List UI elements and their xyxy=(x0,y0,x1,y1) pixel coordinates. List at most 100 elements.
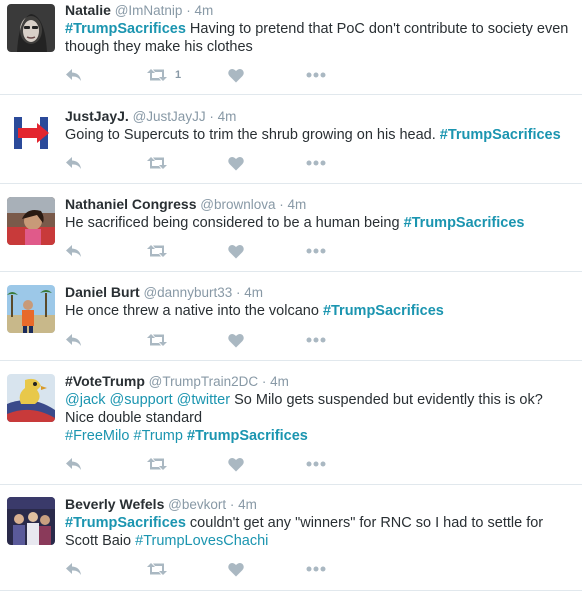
timestamp[interactable]: 4m xyxy=(244,285,263,300)
more-icon xyxy=(306,72,326,78)
retweet-button[interactable] xyxy=(147,154,167,172)
more-button[interactable] xyxy=(306,331,326,349)
user-handle[interactable]: @brownlova xyxy=(200,197,275,212)
hashtag-link[interactable]: #TrumpSacrifices xyxy=(65,515,186,531)
heart-icon xyxy=(228,156,244,170)
reply-button[interactable] xyxy=(65,331,83,349)
hashtag-link[interactable]: #TrumpSacrifices xyxy=(404,215,525,231)
like-button[interactable] xyxy=(228,331,244,349)
tweet[interactable]: Daniel Burt @dannyburt33 · 4m He once th… xyxy=(0,272,582,361)
timestamp[interactable]: 4m xyxy=(288,197,307,212)
tweet-text: He once threw a native into the volcano … xyxy=(65,302,574,320)
like-button[interactable] xyxy=(228,154,244,172)
hashtag-link[interactable]: #TrumpSacrifices xyxy=(323,303,444,319)
avatar[interactable] xyxy=(7,109,55,157)
reply-button[interactable] xyxy=(65,154,83,172)
retweet-button[interactable] xyxy=(147,242,167,260)
display-name[interactable]: #VoteTrump xyxy=(65,373,145,389)
tweet-text-segment: He once threw a native into the volcano xyxy=(65,303,323,319)
timestamp[interactable]: 4m xyxy=(238,497,257,512)
reply-icon xyxy=(66,157,81,169)
tweet-header: Daniel Burt @dannyburt33 · 4m xyxy=(65,283,574,301)
mention-link[interactable]: @support xyxy=(110,392,173,408)
heart-icon xyxy=(228,457,244,471)
tweet-feed: Natalie @ImNatnip · 4m #TrumpSacrifices … xyxy=(0,0,582,592)
timestamp[interactable]: 4m xyxy=(194,3,213,18)
reply-icon xyxy=(66,458,81,470)
retweet-icon xyxy=(147,157,167,169)
tweet[interactable]: Beverly Wefels @bevkort · 4m #TrumpSacri… xyxy=(0,485,582,591)
retweet-icon xyxy=(147,245,167,257)
mention-link[interactable]: @twitter xyxy=(177,392,230,408)
like-button[interactable] xyxy=(228,560,244,578)
avatar[interactable] xyxy=(7,374,55,422)
hashtag-link[interactable]: #TrumpLovesChachi xyxy=(135,533,268,549)
tweet[interactable]: Nathaniel Congress @brownlova · 4m He sa… xyxy=(0,184,582,272)
avatar[interactable] xyxy=(7,497,55,545)
hashtag-link[interactable]: #FreeMilo xyxy=(65,428,129,444)
mention-link[interactable]: @jack xyxy=(65,392,106,408)
user-handle[interactable]: @dannyburt33 xyxy=(143,285,232,300)
avatar-image xyxy=(7,374,55,422)
more-icon xyxy=(306,461,326,467)
tweet[interactable]: JustJayJ. @JustJayJJ · 4m Going to Super… xyxy=(0,95,582,184)
retweet-button[interactable] xyxy=(147,331,167,349)
hashtag-link[interactable]: #TrumpSacrifices xyxy=(187,428,308,444)
display-name[interactable]: JustJayJ. xyxy=(65,108,129,124)
more-icon xyxy=(306,566,326,572)
like-button[interactable] xyxy=(228,455,244,473)
retweet-icon xyxy=(147,334,167,346)
more-button[interactable] xyxy=(306,154,326,172)
more-button[interactable] xyxy=(306,560,326,578)
retweet-button[interactable]: 1 xyxy=(147,66,181,84)
user-handle[interactable]: @TrumpTrain2DC xyxy=(149,374,258,389)
tweet-actions xyxy=(65,154,365,172)
reply-button[interactable] xyxy=(65,560,83,578)
tweet-header: JustJayJ. @JustJayJJ · 4m xyxy=(65,107,574,125)
more-button[interactable] xyxy=(306,455,326,473)
tweet-text: @jack @support @twitter So Milo gets sus… xyxy=(65,391,574,445)
separator-dot: · xyxy=(235,285,241,300)
more-button[interactable] xyxy=(306,66,326,84)
like-button[interactable] xyxy=(228,242,244,260)
tweet-header: Nathaniel Congress @brownlova · 4m xyxy=(65,195,574,213)
reply-button[interactable] xyxy=(65,242,83,260)
like-button[interactable] xyxy=(228,66,244,84)
avatar-image xyxy=(7,497,55,545)
retweet-button[interactable] xyxy=(147,560,167,578)
tweet-text-segment: Going to Supercuts to trim the shrub gro… xyxy=(65,127,440,143)
display-name[interactable]: Nathaniel Congress xyxy=(65,196,196,212)
separator-dot: · xyxy=(229,497,235,512)
tweet[interactable]: Natalie @ImNatnip · 4m #TrumpSacrifices … xyxy=(0,0,582,95)
display-name[interactable]: Daniel Burt xyxy=(65,284,140,300)
timestamp[interactable]: 4m xyxy=(270,374,289,389)
hashtag-link[interactable]: #TrumpSacrifices xyxy=(440,127,561,143)
user-handle[interactable]: @bevkort xyxy=(168,497,226,512)
display-name[interactable]: Natalie xyxy=(65,2,111,18)
avatar[interactable] xyxy=(7,4,55,52)
reply-icon xyxy=(66,334,81,346)
avatar[interactable] xyxy=(7,197,55,245)
user-handle[interactable]: @ImNatnip xyxy=(115,3,183,18)
user-handle[interactable]: @JustJayJJ xyxy=(133,109,206,124)
retweet-icon xyxy=(147,458,167,470)
reply-icon xyxy=(66,245,81,257)
hashtag-link[interactable]: #TrumpSacrifices xyxy=(65,21,186,37)
reply-button[interactable] xyxy=(65,66,83,84)
heart-icon xyxy=(228,68,244,82)
reply-button[interactable] xyxy=(65,455,83,473)
more-icon xyxy=(306,337,326,343)
avatar-image xyxy=(7,197,55,245)
separator-dot: · xyxy=(209,109,214,124)
retweet-button[interactable] xyxy=(147,455,167,473)
tweet-actions xyxy=(65,331,365,349)
reply-icon xyxy=(66,69,81,81)
display-name[interactable]: Beverly Wefels xyxy=(65,496,164,512)
hashtag-link[interactable]: #Trump xyxy=(134,428,183,444)
avatar[interactable] xyxy=(7,285,55,333)
heart-icon xyxy=(228,562,244,576)
timestamp[interactable]: 4m xyxy=(218,109,237,124)
more-button[interactable] xyxy=(306,242,326,260)
tweet[interactable]: #VoteTrump @TrumpTrain2DC · 4m @jack @su… xyxy=(0,361,582,485)
retweet-icon xyxy=(147,69,167,81)
